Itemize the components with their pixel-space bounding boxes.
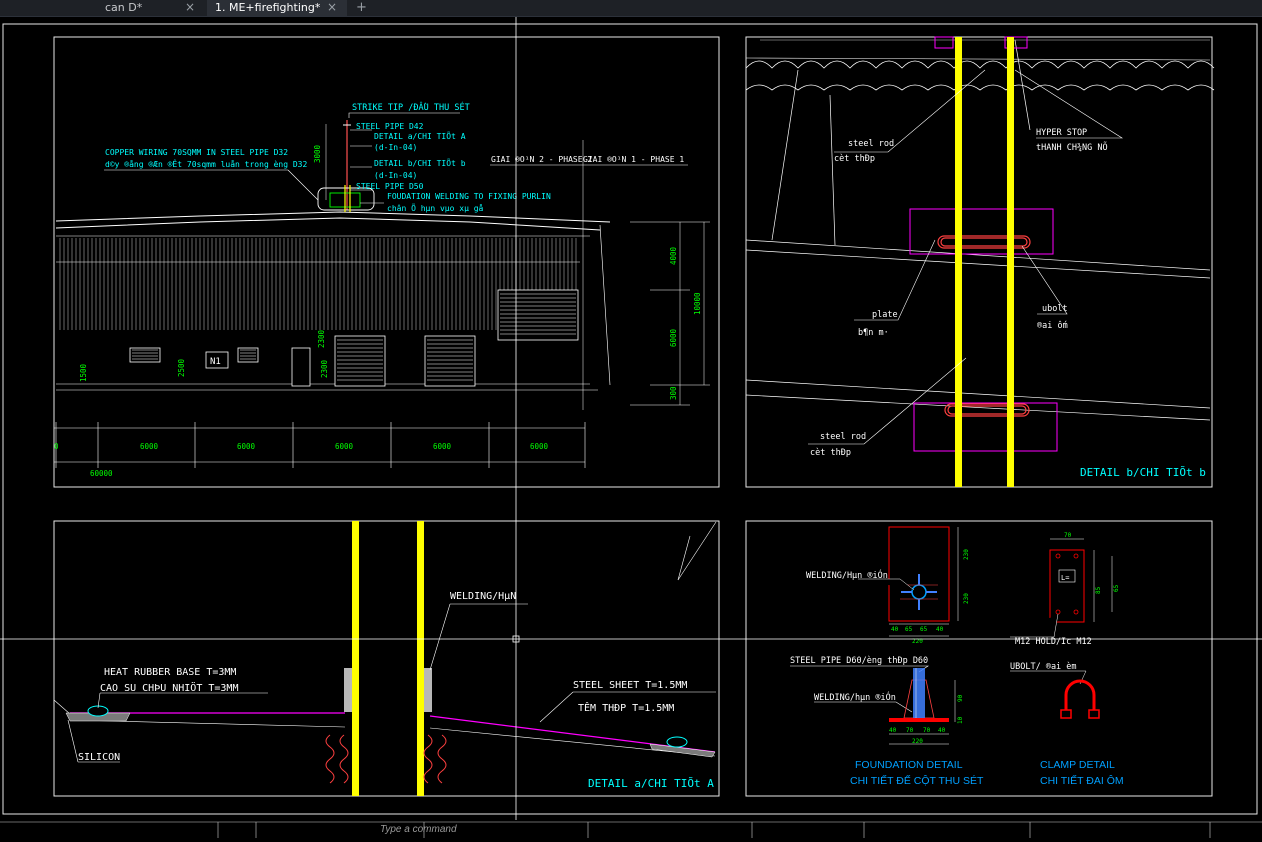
label-welding-bottom: WELDING/hµn ®iÓn [814, 691, 896, 703]
tab-label: 1. ME+firefighting* [215, 1, 321, 14]
tab-me-firefighting[interactable]: 1. ME+firefighting* × [207, 0, 347, 16]
tab-label: can D* [105, 1, 143, 14]
dim: 90 [957, 694, 964, 702]
label-plate-vn: b¶n m· [858, 328, 889, 338]
elevation-view: N1 STRIKE TIP /ĐẦU THU SÉT STEEL PIPE D4… [54, 101, 710, 478]
dim-v: 2500 [177, 358, 186, 377]
label-steel-pipe-d50: STEEL PIPE D50 [356, 182, 424, 191]
label-steel-sheet: STEEL SHEET T=1.5MM [573, 680, 687, 691]
detail-a-view: WELDING/HµN HEAT RUBBER BASE T=3MM CAO S… [53, 521, 717, 796]
label-ubolt: ubolt [1042, 304, 1068, 314]
dim-zero: 0 [54, 442, 59, 451]
dim-h: 6000 [433, 442, 452, 451]
label-copper-wiring: COPPER WIRING 70SQMM IN STEEL PIPE D32 [105, 148, 288, 157]
label-steel-rod-1-vn: cèt thÐp [834, 153, 875, 164]
foundation-title-vn: CHI TIẾT ĐẾ CỘT THU SÉT [850, 774, 984, 787]
dim: 40 [938, 727, 946, 734]
title-block-strip: Type a command [0, 820, 1262, 838]
dim: 65 [920, 626, 928, 633]
dim-h: 6000 [530, 442, 549, 451]
command-line[interactable]: Type a command [380, 824, 457, 835]
tab-can-d[interactable]: can D* × [95, 0, 205, 16]
label-welding: WELDING/HµN [450, 591, 516, 602]
close-icon[interactable]: × [327, 0, 337, 15]
label-welding-top: WELDING/Hµn ®iÓn [806, 569, 888, 581]
label-ubolt-clamp: UBOLT/ ®ai èm [1010, 661, 1077, 672]
label-strike-tip: STRIKE TIP /ĐẦU THU SÉT [352, 101, 470, 113]
label-ubolt-vn: ®ai ốm [1037, 320, 1068, 331]
dim-total: 60000 [90, 469, 113, 478]
label-steel-rod-1: steel rod [848, 139, 894, 149]
dim: 40 [889, 727, 897, 734]
new-tab-plus-icon[interactable]: + [356, 0, 370, 16]
label-steel-pipe-d60: STEEL PIPE D60/èng thÐp D60 [790, 655, 928, 666]
dim: 65 [905, 626, 913, 633]
label-foundation-welding: FOUDATION WELDING TO FIXING PURLIN [387, 192, 551, 201]
label-detail-a-ref: (d-In-04) [374, 143, 417, 152]
label-foundation-welding-vn: chân Õ hµn vµo xµ gå [387, 202, 484, 213]
dim: 10 [957, 716, 964, 724]
label-heat-rubber: HEAT RUBBER BASE T=3MM [104, 667, 236, 678]
clamp-title: CLAMP DETAIL [1040, 759, 1115, 771]
dim-v: 1500 [79, 363, 88, 382]
label-detail-b-ref: (d-In-04) [374, 171, 417, 180]
label-steel-rod-2: steel rod [820, 432, 866, 442]
label-heat-rubber-vn: CAO SU CHÞU NHIÖT T=3MM [100, 681, 238, 694]
detail-b-view: steel rod cèt thÐp HYPER STOP tHANH CH¾N… [745, 36, 1215, 487]
dim: 65 [1113, 584, 1120, 592]
label-hyper-stop-vn: tHANH CH¾NG NÕ [1036, 141, 1108, 153]
label-copper-wiring-vn: d©y ®ång ®Æn ®Êt 70sqmm luån trong èng D… [105, 158, 307, 169]
dim: 40 [891, 626, 899, 633]
label-phase-2: GIAI ®O¹N 2 - PHASE 2 [491, 155, 592, 164]
label-steel-pipe-d42: STEEL PIPE D42 [356, 122, 424, 131]
dim: 70 [906, 727, 914, 734]
label-plate: plate [872, 310, 898, 320]
dim: 220 [912, 738, 923, 745]
dim: 40 [936, 626, 944, 633]
clamp-label-l: L= [1061, 574, 1069, 582]
detail-a-title: DETAIL a/CHI TIÕt A [588, 777, 714, 790]
drawing-canvas[interactable]: N1 STRIKE TIP /ĐẦU THU SÉT STEEL PIPE D4… [0, 17, 1262, 838]
dim: 230 [963, 549, 970, 560]
label-silicon: SILICON [78, 752, 120, 763]
label-steel-rod-2-vn: cèt thÐp [810, 447, 851, 458]
label-phase-1: GIAI ®O¹N 1 - PHASE 1 [583, 155, 684, 164]
close-icon[interactable]: × [185, 0, 195, 15]
label-steel-sheet-vn: TÊM THÐP T=1.5MM [578, 701, 674, 714]
foundation-title: FOUNDATION DETAIL [855, 759, 963, 771]
dim: 70 [923, 727, 931, 734]
label-m12-hold: M12 HOLD/Ic M12 [1015, 637, 1092, 647]
dim-v: 10000 [693, 292, 702, 315]
title-block-lines [0, 821, 1262, 838]
clamp-title-vn: CHI TIẾT ĐAI ÔM [1040, 774, 1124, 787]
label-detail-a: DETAIL a/CHI TIÕt A [374, 130, 466, 141]
foundation-clamp-view: WELDING/Hµn ®iÓn 40 65 65 40 220 230 230… [790, 526, 1124, 787]
dim-v: 4000 [669, 246, 678, 265]
dim: 70 [1064, 532, 1072, 539]
dim-h: 6000 [140, 442, 159, 451]
dim-h: 6000 [237, 442, 256, 451]
document-tab-bar: can D* × 1. ME+firefighting* × + [0, 0, 1262, 17]
dim: 230 [963, 593, 970, 604]
label-hyper-stop: HYPER STOP [1036, 128, 1087, 138]
dim-v: 2300 [317, 329, 326, 348]
dim: 85 [1095, 586, 1102, 594]
grid-label-n1: N1 [210, 357, 221, 367]
dim-h: 6000 [335, 442, 354, 451]
dim-v: 2300 [320, 359, 329, 378]
label-detail-b: DETAIL b/CHI TIÕt b [374, 157, 466, 168]
dim-v: 6000 [669, 328, 678, 347]
dim-v: 3000 [313, 144, 322, 163]
dim-v: 300 [669, 386, 678, 400]
detail-b-title: DETAIL b/CHI TIÕt b [1080, 466, 1206, 479]
